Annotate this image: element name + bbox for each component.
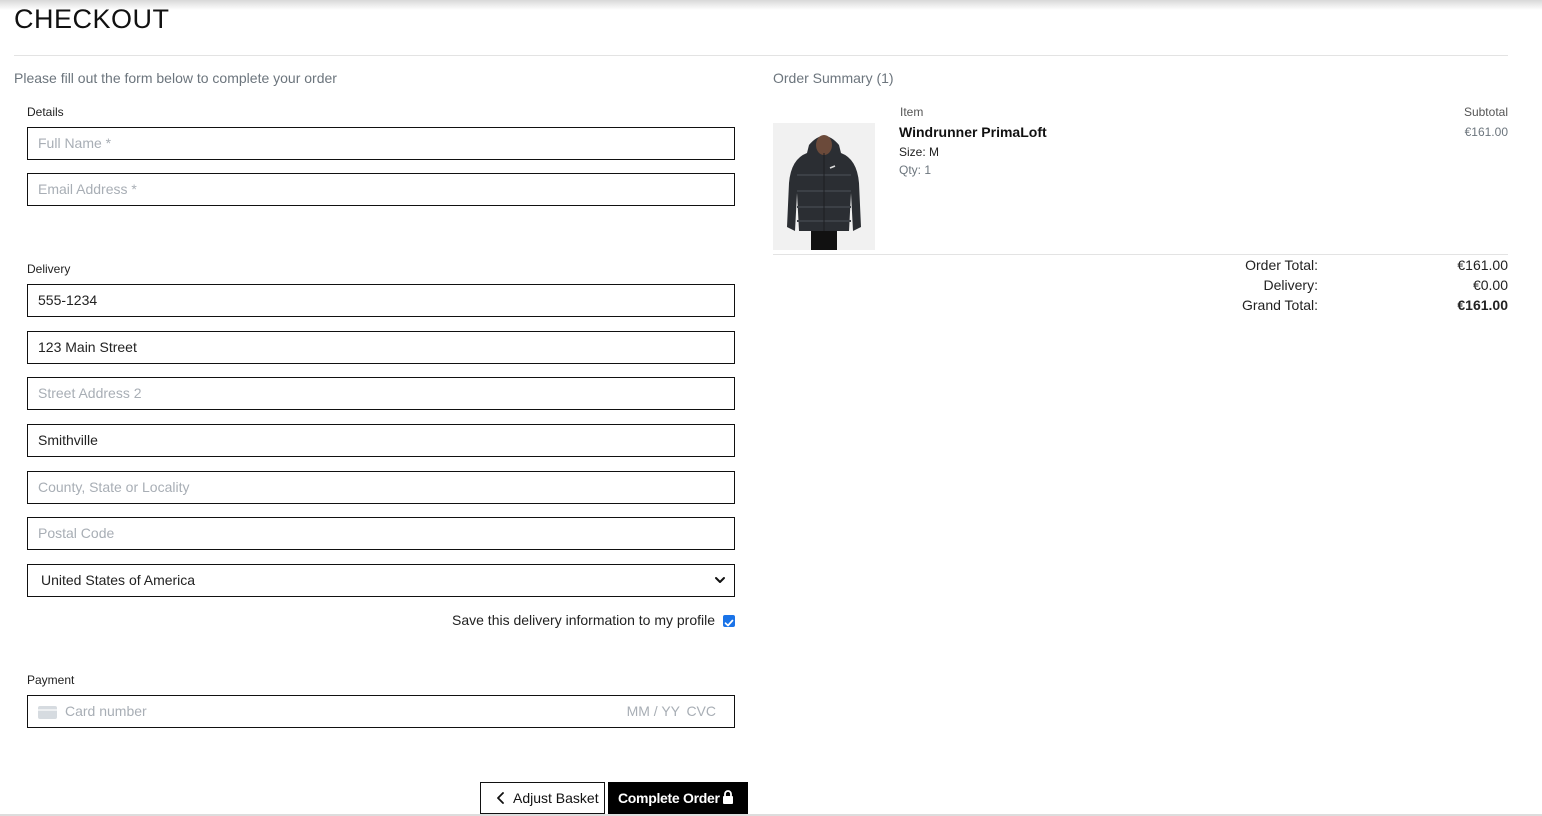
subtotal-column-header: Subtotal — [1463, 105, 1508, 119]
grand-total-label: Grand Total: — [1241, 297, 1318, 313]
order-total-label: Order Total: — [1245, 257, 1318, 273]
town-city-field[interactable]: Smithville — [27, 424, 735, 457]
form-intro: Please fill out the form below to comple… — [14, 70, 337, 86]
delivery-legend: Delivery — [27, 262, 71, 276]
complete-order-button[interactable]: Complete Order — [608, 782, 748, 814]
adjust-basket-button[interactable]: Adjust Basket — [480, 782, 605, 814]
save-info-row: Save this delivery information to my pro… — [27, 611, 735, 631]
card-expiry-input[interactable]: MM / YY — [627, 696, 680, 727]
order-summary-heading: Order Summary (1) — [773, 70, 894, 86]
item-column-header: Item — [900, 105, 924, 119]
payment-legend: Payment — [27, 673, 75, 687]
product-image — [773, 123, 875, 250]
phone-field[interactable]: 555-1234 — [27, 284, 735, 317]
delivery-value: €0.00 — [1472, 277, 1508, 293]
card-number-input[interactable]: Card number — [65, 696, 147, 727]
complete-order-label: Complete Order — [618, 790, 720, 806]
top-shadow — [0, 0, 1542, 10]
email-field[interactable]: Email Address * — [27, 173, 735, 206]
save-info-checkbox[interactable] — [723, 615, 735, 627]
product-size: Size: M — [899, 145, 940, 159]
details-legend: Details — [27, 105, 64, 119]
county-field[interactable]: County, State or Locality — [27, 471, 735, 504]
street-address-2-field[interactable]: Street Address 2 — [27, 377, 735, 410]
card-element[interactable]: Card number MM / YY CVC — [27, 695, 735, 728]
card-cvc-input[interactable]: CVC — [686, 696, 716, 727]
full-name-field[interactable]: Full Name * — [27, 127, 735, 160]
order-total-value: €161.00 — [1457, 257, 1508, 273]
adjust-basket-label: Adjust Basket — [513, 790, 599, 806]
summary-divider — [773, 254, 1508, 255]
country-select-value: United States of America — [41, 572, 196, 588]
lock-icon — [723, 790, 733, 804]
divider — [14, 55, 1508, 56]
checkmark-icon — [724, 619, 734, 627]
credit-card-icon — [38, 706, 57, 719]
grand-total-value: €161.00 — [1457, 297, 1508, 313]
save-info-label: Save this delivery information to my pro… — [452, 612, 715, 628]
chevron-left-icon — [497, 792, 504, 804]
page-title: CHECKOUT — [14, 4, 170, 34]
street-address-1-field[interactable]: 123 Main Street — [27, 331, 735, 364]
postal-code-field[interactable]: Postal Code — [27, 517, 735, 550]
product-subtotal: €161.00 — [1464, 125, 1508, 139]
product-qty: Qty: 1 — [899, 163, 932, 177]
country-select[interactable]: United States of America — [27, 564, 735, 597]
chevron-down-icon — [715, 577, 725, 583]
delivery-label: Delivery: — [1263, 277, 1318, 293]
jacket-image — [773, 123, 875, 250]
product-name[interactable]: Windrunner PrimaLoft — [899, 124, 1047, 140]
